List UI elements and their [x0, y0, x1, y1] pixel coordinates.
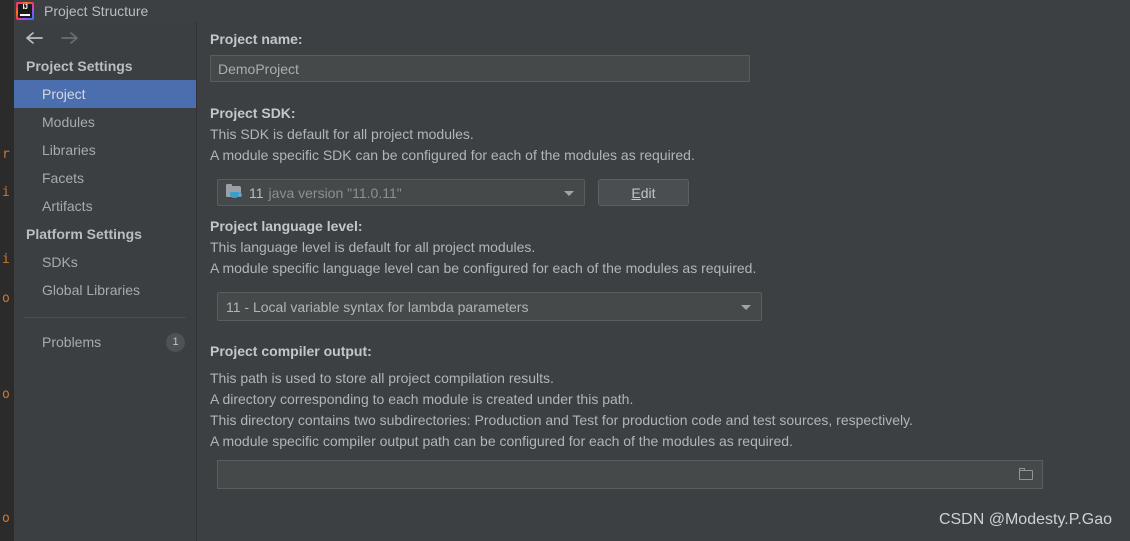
dialog-titlebar: IJ Project Structure	[14, 0, 1130, 22]
compiler-output-description-line: A module specific compiler output path c…	[210, 433, 793, 449]
arrow-right-icon[interactable]	[58, 29, 80, 47]
sidebar-item-artifacts[interactable]: Artifacts	[14, 192, 196, 220]
sidebar-item-label: Global Libraries	[42, 282, 141, 298]
sidebar-item-project[interactable]: Project	[14, 80, 196, 108]
sidebar-item-sdks[interactable]: SDKs	[14, 248, 196, 276]
sidebar-item-label: Modules	[42, 114, 95, 130]
arrow-left-icon[interactable]	[24, 29, 46, 47]
sidebar-item-modules[interactable]: Modules	[14, 108, 196, 136]
sidebar-group-project-settings: Project Settings	[26, 58, 133, 74]
language-level-value: 11 - Local variable syntax for lambda pa…	[226, 298, 529, 315]
sidebar-item-label: Project	[42, 86, 86, 102]
project-sdk-description-line: This SDK is default for all project modu…	[210, 126, 474, 142]
project-settings-panel: Project name: Project SDK: This SDK is d…	[197, 22, 1130, 541]
project-structure-dialog: r i i o o o IJ Project Structure Project…	[0, 0, 1130, 541]
chevron-down-icon	[741, 304, 751, 310]
sidebar-item-label: SDKs	[42, 254, 78, 270]
compiler-output-path-input[interactable]	[218, 461, 1042, 488]
editor-text-fragment: i	[2, 185, 10, 200]
sidebar-item-label: Libraries	[42, 142, 96, 158]
editor-text-fragment: i	[2, 252, 10, 267]
compiler-output-label: Project compiler output:	[210, 343, 372, 359]
language-level-description-line: This language level is default for all p…	[210, 239, 536, 255]
sidebar-group-platform-settings: Platform Settings	[26, 226, 142, 242]
dialog-title: Project Structure	[44, 3, 149, 19]
intellij-idea-icon: IJ	[16, 2, 34, 20]
sidebar-divider	[24, 317, 186, 318]
compiler-output-description-line: This directory contains two subdirectori…	[210, 412, 913, 428]
language-level-combobox[interactable]: 11 - Local variable syntax for lambda pa…	[217, 292, 762, 321]
sidebar-item-libraries[interactable]: Libraries	[14, 136, 196, 164]
edit-button-label-rest: dit	[640, 184, 656, 201]
editor-text-fragment: o	[2, 291, 10, 306]
problems-count-badge: 1	[166, 333, 185, 352]
chevron-down-icon	[564, 190, 574, 196]
sidebar-item-label: Facets	[42, 170, 85, 186]
sidebar-item-facets[interactable]: Facets	[14, 164, 196, 192]
editor-text-fragment: o	[2, 387, 10, 402]
project-name-label: Project name:	[210, 31, 303, 47]
sidebar-navigation-bar	[14, 22, 196, 52]
sidebar-item-global-libraries[interactable]: Global Libraries	[14, 276, 196, 304]
language-level-label: Project language level:	[210, 218, 363, 234]
sidebar-item-label: Problems	[42, 334, 102, 350]
compiler-output-description-line: This path is used to store all project c…	[210, 370, 554, 386]
project-sdk-description-line: A module specific SDK can be configured …	[210, 147, 695, 163]
project-sdk-label: Project SDK:	[210, 105, 296, 121]
background-editor-sliver: r i i o o o	[0, 0, 14, 541]
edit-button-mnemonic: E	[631, 184, 641, 201]
compiler-output-path-field[interactable]	[217, 460, 1043, 489]
project-name-input[interactable]	[210, 55, 750, 82]
editor-text-fragment: o	[2, 511, 10, 526]
java-sdk-folder-icon	[226, 184, 243, 200]
sidebar-item-list: Project Settings Project Modules Librari…	[14, 52, 196, 356]
compiler-output-description-line: A directory corresponding to each module…	[210, 391, 634, 407]
watermark-text: CSDN @Modesty.P.Gao	[938, 511, 1112, 528]
project-sdk-version: 11	[249, 184, 264, 201]
sidebar-item-label: Artifacts	[42, 198, 93, 214]
project-sdk-version-detail: java version "11.0.11"	[268, 184, 402, 201]
edit-sdk-button[interactable]: Edit	[598, 179, 689, 206]
browse-folder-button[interactable]	[1012, 462, 1041, 487]
folder-open-icon	[1019, 467, 1034, 481]
sidebar-item-problems[interactable]: Problems 1	[14, 328, 196, 356]
settings-sidebar: Project Settings Project Modules Librari…	[14, 22, 197, 541]
language-level-description-line: A module specific language level can be …	[210, 260, 757, 276]
project-sdk-combobox[interactable]: 11 java version "11.0.11"	[217, 179, 585, 206]
editor-text-fragment: r	[2, 147, 10, 162]
